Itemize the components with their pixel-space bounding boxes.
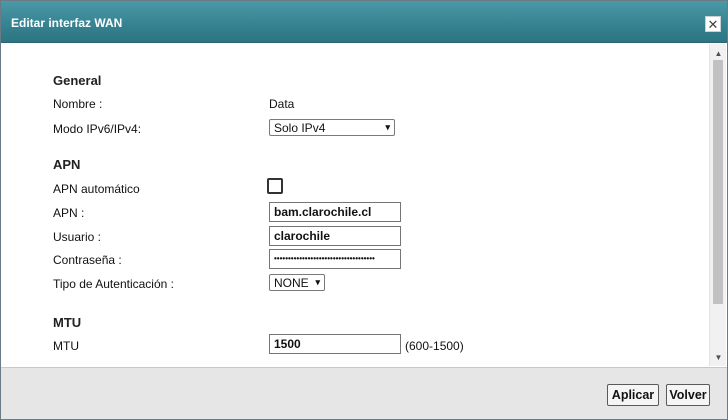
mtu-range-hint: (600-1500) xyxy=(405,339,464,353)
password-input[interactable]: •••••••••••••••••••••••••••••••••••• xyxy=(269,249,401,269)
apn-label: APN : xyxy=(53,206,85,220)
scrollbar-thumb[interactable] xyxy=(713,60,723,304)
apn-auto-checkbox[interactable] xyxy=(267,178,283,194)
dialog-footer: Aplicar Volver xyxy=(1,367,727,419)
mtu-input[interactable]: 1500 xyxy=(269,334,401,354)
modo-label: Modo IPv6/IPv4: xyxy=(53,122,142,136)
nombre-label: Nombre : xyxy=(53,97,103,111)
vertical-scrollbar[interactable]: ▲ ▼ xyxy=(709,44,726,366)
chevron-down-icon: ▾ xyxy=(385,122,390,132)
auth-type-select[interactable]: NONE ▾ xyxy=(269,274,325,291)
apply-button[interactable]: Aplicar xyxy=(607,384,659,406)
usuario-input[interactable]: clarochile xyxy=(269,226,401,246)
section-title-mtu: MTU xyxy=(53,315,82,330)
edit-wan-dialog: Editar interfaz WAN ✕ General Nombre : D… xyxy=(0,0,728,420)
apn-input[interactable]: bam.clarochile.cl xyxy=(269,202,401,222)
chevron-down-icon: ▾ xyxy=(315,277,320,287)
dialog-content: General Nombre : Data Modo IPv6/IPv4: So… xyxy=(1,44,709,366)
section-title-general: General xyxy=(53,73,102,88)
section-title-apn: APN xyxy=(53,157,81,172)
close-icon[interactable]: ✕ xyxy=(705,16,721,32)
dialog-title: Editar interfaz WAN xyxy=(11,16,123,30)
mtu-label: MTU xyxy=(53,339,79,353)
apn-auto-label: APN automático xyxy=(53,182,140,196)
password-label: Contraseña : xyxy=(53,253,122,267)
back-button[interactable]: Volver xyxy=(666,384,710,406)
auth-type-label: Tipo de Autenticación : xyxy=(53,277,174,291)
nombre-value: Data xyxy=(269,97,295,111)
title-bar: Editar interfaz WAN ✕ xyxy=(1,1,727,43)
modo-select[interactable]: Solo IPv4 ▾ xyxy=(269,119,395,136)
modo-select-value: Solo IPv4 xyxy=(274,120,326,135)
scroll-up-icon[interactable]: ▲ xyxy=(710,46,727,60)
auth-type-value: NONE xyxy=(274,275,309,290)
usuario-label: Usuario : xyxy=(53,230,102,244)
scroll-down-icon[interactable]: ▼ xyxy=(710,350,727,364)
